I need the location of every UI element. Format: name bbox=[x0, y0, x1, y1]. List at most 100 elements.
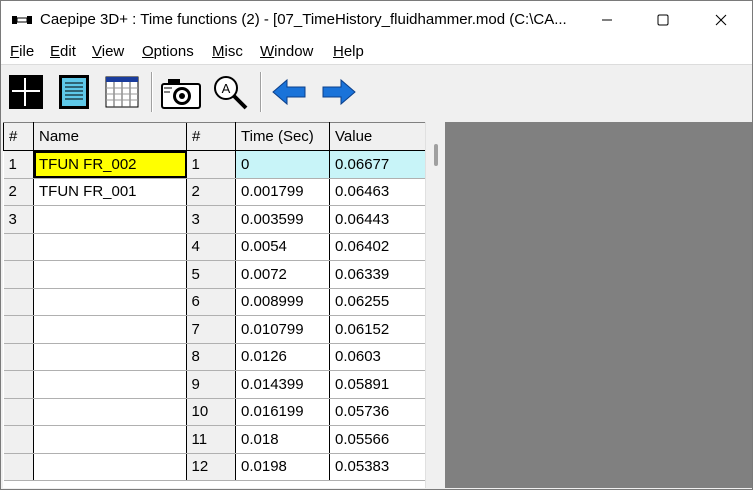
value-cell[interactable]: 0.06255 bbox=[329, 288, 426, 316]
menu-options[interactable]: Options bbox=[142, 43, 194, 60]
value-cell[interactable]: 0.05736 bbox=[329, 398, 426, 426]
time-cell[interactable]: 0.018 bbox=[235, 425, 330, 454]
time-cell[interactable]: 0.010799 bbox=[235, 315, 330, 344]
time-cell[interactable]: 0.008999 bbox=[235, 288, 330, 316]
value-cell[interactable]: 0.05891 bbox=[329, 370, 426, 399]
row-number-cell[interactable]: 8 bbox=[186, 343, 236, 371]
column-header-name[interactable]: Name bbox=[33, 122, 187, 151]
function-name-cell[interactable] bbox=[33, 288, 187, 316]
table-row[interactable]: 3 0.003599 0.06443 bbox=[186, 205, 426, 234]
maximize-button[interactable] bbox=[640, 1, 686, 39]
function-name-cell[interactable] bbox=[33, 425, 187, 454]
table-row[interactable] bbox=[3, 398, 187, 426]
forward-button[interactable] bbox=[321, 74, 357, 110]
table-row[interactable] bbox=[3, 260, 187, 289]
menu-window[interactable]: Window bbox=[260, 43, 313, 60]
menu-file[interactable]: File bbox=[10, 43, 34, 60]
time-cell[interactable]: 0.001799 bbox=[235, 178, 330, 206]
row-number-cell[interactable] bbox=[3, 343, 34, 371]
row-number-cell[interactable]: 10 bbox=[186, 398, 236, 426]
function-name-cell[interactable] bbox=[33, 315, 187, 344]
scrollbar-thumb[interactable] bbox=[434, 144, 438, 166]
zoom-text-button[interactable]: A bbox=[211, 74, 251, 110]
column-header-num[interactable]: # bbox=[186, 122, 236, 151]
table-row[interactable]: 7 0.010799 0.06152 bbox=[186, 315, 426, 344]
time-cell[interactable]: 0.0072 bbox=[235, 260, 330, 289]
column-header-num[interactable]: # bbox=[3, 122, 34, 151]
time-cell[interactable]: 0.014399 bbox=[235, 370, 330, 399]
function-name-cell[interactable] bbox=[33, 205, 187, 234]
table-row[interactable]: 5 0.0072 0.06339 bbox=[186, 260, 426, 289]
row-number-cell[interactable]: 7 bbox=[186, 315, 236, 344]
function-name-cell[interactable] bbox=[33, 453, 187, 481]
value-cell[interactable]: 0.05383 bbox=[329, 453, 426, 481]
close-button[interactable] bbox=[698, 1, 744, 39]
row-number-cell[interactable] bbox=[3, 260, 34, 289]
row-number-cell[interactable]: 2 bbox=[186, 178, 236, 206]
spreadsheet-button[interactable] bbox=[104, 74, 140, 110]
row-number-cell[interactable]: 3 bbox=[3, 205, 34, 234]
row-number-cell[interactable] bbox=[3, 425, 34, 454]
value-cell[interactable]: 0.06463 bbox=[329, 178, 426, 206]
row-number-cell[interactable] bbox=[3, 370, 34, 399]
row-number-cell[interactable] bbox=[3, 453, 34, 481]
menu-view[interactable]: View bbox=[92, 43, 124, 60]
table-row[interactable]: 2 0.001799 0.06463 bbox=[186, 178, 426, 206]
row-number-cell[interactable] bbox=[3, 288, 34, 316]
time-cell[interactable]: 0.0054 bbox=[235, 233, 330, 261]
table-row[interactable] bbox=[3, 343, 187, 371]
table-row[interactable]: 1 0 0.06677 bbox=[186, 150, 426, 179]
function-name-cell[interactable]: TFUN FR_002 bbox=[33, 150, 187, 179]
text-report-button[interactable] bbox=[56, 74, 92, 110]
row-number-cell[interactable]: 11 bbox=[186, 425, 236, 454]
time-cell[interactable]: 0 bbox=[235, 150, 330, 179]
row-number-cell[interactable]: 1 bbox=[186, 150, 236, 179]
row-number-cell[interactable]: 1 bbox=[3, 150, 34, 179]
row-number-cell[interactable] bbox=[3, 398, 34, 426]
table-row[interactable]: 8 0.0126 0.0603 bbox=[186, 343, 426, 371]
table-row[interactable] bbox=[3, 288, 187, 316]
time-cell[interactable]: 0.0198 bbox=[235, 453, 330, 481]
table-row[interactable]: 4 0.0054 0.06402 bbox=[186, 233, 426, 261]
function-name-cell[interactable] bbox=[33, 233, 187, 261]
table-row[interactable]: 3 bbox=[3, 205, 187, 234]
table-row[interactable] bbox=[3, 233, 187, 261]
value-cell[interactable]: 0.06339 bbox=[329, 260, 426, 289]
value-cell[interactable]: 0.0603 bbox=[329, 343, 426, 371]
screenshot-button[interactable] bbox=[160, 74, 202, 110]
row-number-cell[interactable]: 12 bbox=[186, 453, 236, 481]
column-header-time[interactable]: Time (Sec) bbox=[235, 122, 330, 151]
table-row[interactable] bbox=[3, 425, 187, 454]
row-number-cell[interactable]: 5 bbox=[186, 260, 236, 289]
value-cell[interactable]: 0.06152 bbox=[329, 315, 426, 344]
table-row[interactable]: 10 0.016199 0.05736 bbox=[186, 398, 426, 426]
back-button[interactable] bbox=[271, 74, 307, 110]
row-number-cell[interactable]: 4 bbox=[186, 233, 236, 261]
function-name-cell[interactable] bbox=[33, 398, 187, 426]
time-cell[interactable]: 0.0126 bbox=[235, 343, 330, 371]
row-number-cell[interactable]: 6 bbox=[186, 288, 236, 316]
graphics-window-button[interactable] bbox=[8, 74, 44, 110]
function-name-cell[interactable] bbox=[33, 370, 187, 399]
column-header-value[interactable]: Value bbox=[329, 122, 426, 151]
value-cell[interactable]: 0.06677 bbox=[329, 150, 426, 179]
row-number-cell[interactable]: 9 bbox=[186, 370, 236, 399]
menu-edit[interactable]: Edit bbox=[50, 43, 76, 60]
table-row[interactable]: 12 0.0198 0.05383 bbox=[186, 453, 426, 481]
row-number-cell[interactable] bbox=[3, 315, 34, 344]
function-name-cell[interactable] bbox=[33, 260, 187, 289]
table-row[interactable]: 1 TFUN FR_002 bbox=[3, 150, 187, 179]
table-row[interactable] bbox=[3, 453, 187, 481]
table-row[interactable] bbox=[3, 370, 187, 399]
vertical-scrollbar[interactable] bbox=[425, 122, 445, 488]
function-name-cell[interactable] bbox=[33, 343, 187, 371]
value-cell[interactable]: 0.05566 bbox=[329, 425, 426, 454]
function-name-cell[interactable]: TFUN FR_001 bbox=[33, 178, 187, 206]
row-number-cell[interactable]: 3 bbox=[186, 205, 236, 234]
minimize-button[interactable] bbox=[584, 1, 630, 39]
table-row[interactable]: 6 0.008999 0.06255 bbox=[186, 288, 426, 316]
row-number-cell[interactable]: 2 bbox=[3, 178, 34, 206]
table-row[interactable]: 9 0.014399 0.05891 bbox=[186, 370, 426, 399]
table-row[interactable]: 2 TFUN FR_001 bbox=[3, 178, 187, 206]
table-row[interactable] bbox=[3, 315, 187, 344]
